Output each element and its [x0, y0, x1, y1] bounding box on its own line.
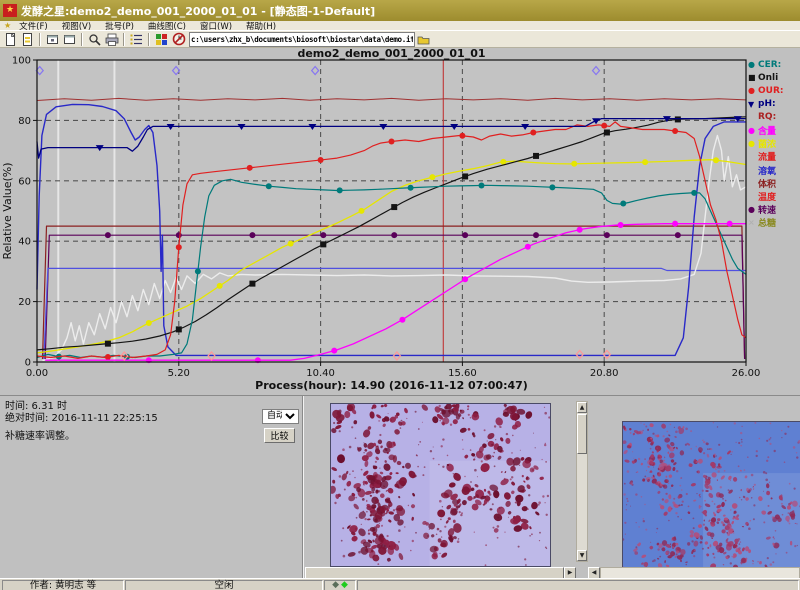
app-window: ★ 发酵之星:demo2_demo_001_2000_01_01 - [静态图-…	[0, 0, 800, 590]
legend-item: ×总糖	[748, 216, 800, 229]
status-bar: 作者: 黄明志 等 空闲 ◆◆	[0, 578, 800, 590]
toolbar-separator	[123, 33, 125, 46]
svg-text:0: 0	[25, 358, 31, 369]
chart-canvas[interactable]: 0.00 5.20 10.40 15.60 20.80 26.00 0 20 40 60 80 100…	[0, 48, 800, 395]
vertical-scroll-thumb[interactable]	[577, 414, 587, 454]
legend-item: ▼pH:	[748, 98, 800, 111]
scroll-up-icon[interactable]: ▲	[577, 402, 587, 413]
microscope-image-2	[622, 421, 800, 569]
window-title: 发酵之星:demo2_demo_001_2000_01_01 - [静态图-1-…	[21, 3, 375, 19]
legend-item: ●OUR:	[748, 84, 800, 97]
chart-panel: 0.00 5.20 10.40 15.60 20.80 26.00 0 20 40 60 80 100…	[0, 48, 800, 395]
new-document-icon[interactable]	[2, 32, 19, 47]
svg-text:Process(hour): 14.90 (2016-11-: Process(hour): 14.90 (2016-11-12 07:00:4…	[255, 379, 528, 392]
legend-item: 温度	[748, 190, 800, 203]
menu-batch[interactable]: 批号(P)	[105, 20, 134, 32]
color-grid-icon[interactable]	[153, 32, 170, 47]
offline-indicator-icon: ◆	[332, 581, 339, 590]
open-document-icon[interactable]	[19, 32, 36, 47]
status-indicators: ◆◆	[324, 580, 356, 590]
legend-item: 溶氧	[748, 164, 800, 177]
legend-item: ●转速	[748, 203, 800, 216]
title-bar: ★ 发酵之星:demo2_demo_001_2000_01_01 - [静态图-…	[0, 0, 800, 21]
curve-list-icon[interactable]	[128, 32, 145, 47]
bottom-panel: 时间: 6.31 时 绝对时间: 2016-11-11 22:25:15 补糖速…	[0, 395, 800, 578]
svg-text:5.20: 5.20	[168, 368, 190, 379]
svg-text:Relative Value(%): Relative Value(%)	[1, 162, 14, 259]
status-state: 空闲	[125, 580, 323, 590]
legend-item: ●菌浓	[748, 137, 800, 150]
svg-text:10.40: 10.40	[306, 368, 335, 379]
legend-item: ●含量	[748, 124, 800, 137]
zoom-icon[interactable]	[86, 32, 103, 47]
print-icon[interactable]	[103, 32, 120, 47]
legend-item: ●CER:	[748, 58, 800, 71]
window-frame-icon[interactable]	[61, 32, 78, 47]
compare-button[interactable]: 比较	[264, 428, 295, 443]
status-empty	[357, 580, 799, 590]
browse-folder-icon[interactable]	[415, 32, 432, 47]
svg-text:0.00: 0.00	[26, 368, 48, 379]
panel-divider	[302, 396, 304, 579]
toolbar-separator	[148, 33, 150, 46]
toolbar-separator	[81, 33, 83, 46]
svg-text:20: 20	[18, 297, 31, 308]
app-icon: ★	[3, 4, 17, 17]
svg-text:20.80: 20.80	[590, 368, 619, 379]
stop-clock-icon[interactable]	[170, 32, 187, 47]
menu-file[interactable]: 文件(F)	[19, 20, 48, 32]
online-indicator-icon: ◆	[341, 581, 348, 590]
batch-notes: 时间: 6.31 时 绝对时间: 2016-11-11 22:25:15 补糖速…	[5, 401, 255, 443]
menu-help[interactable]: 帮助(H)	[246, 20, 276, 32]
menu-window[interactable]: 窗口(W)	[200, 20, 232, 32]
legend-item: ■Onli	[748, 71, 800, 84]
svg-text:15.60: 15.60	[448, 368, 477, 379]
status-author: 作者: 黄明志 等	[2, 580, 124, 590]
note-absolute-time: 绝对时间: 2016-11-11 22:25:15	[5, 413, 255, 425]
note-time: 时间: 6.31 时	[5, 401, 255, 413]
star-icon: ★	[4, 21, 11, 30]
legend-item: 流量	[748, 150, 800, 163]
menu-view[interactable]: 视图(V)	[62, 20, 91, 32]
file-path-input[interactable]	[189, 32, 415, 47]
legend-item: 体积	[748, 177, 800, 190]
toolbar-separator	[39, 33, 41, 46]
svg-text:60: 60	[18, 176, 31, 187]
vertical-scrollbar[interactable]: ▲ ▼	[576, 401, 588, 562]
toolbar	[0, 31, 800, 48]
svg-text:demo2_demo_001_2000_01_01: demo2_demo_001_2000_01_01	[297, 48, 485, 60]
menu-bar: ★ 文件(F) 视图(V) 批号(P) 曲线图(C) 窗口(W) 帮助(H)	[0, 21, 800, 31]
svg-text:26.00: 26.00	[732, 368, 761, 379]
svg-text:100: 100	[12, 56, 31, 67]
svg-text:80: 80	[18, 116, 31, 127]
mode-select[interactable]: 自动	[262, 409, 299, 424]
note-text: 补糖速率调整。	[5, 431, 255, 443]
menu-curve[interactable]: 曲线图(C)	[148, 20, 186, 32]
window-restore-icon[interactable]	[44, 32, 61, 47]
microscope-image-1	[330, 403, 551, 567]
svg-text:40: 40	[18, 237, 31, 248]
legend-item: RQ:	[748, 111, 800, 124]
scroll-down-icon[interactable]: ▼	[577, 550, 587, 561]
chart-legend: ●CER:■Onli●OUR:▼pH: RQ:●含量●菌浓 流量 溶氧 体积 温…	[748, 58, 800, 229]
